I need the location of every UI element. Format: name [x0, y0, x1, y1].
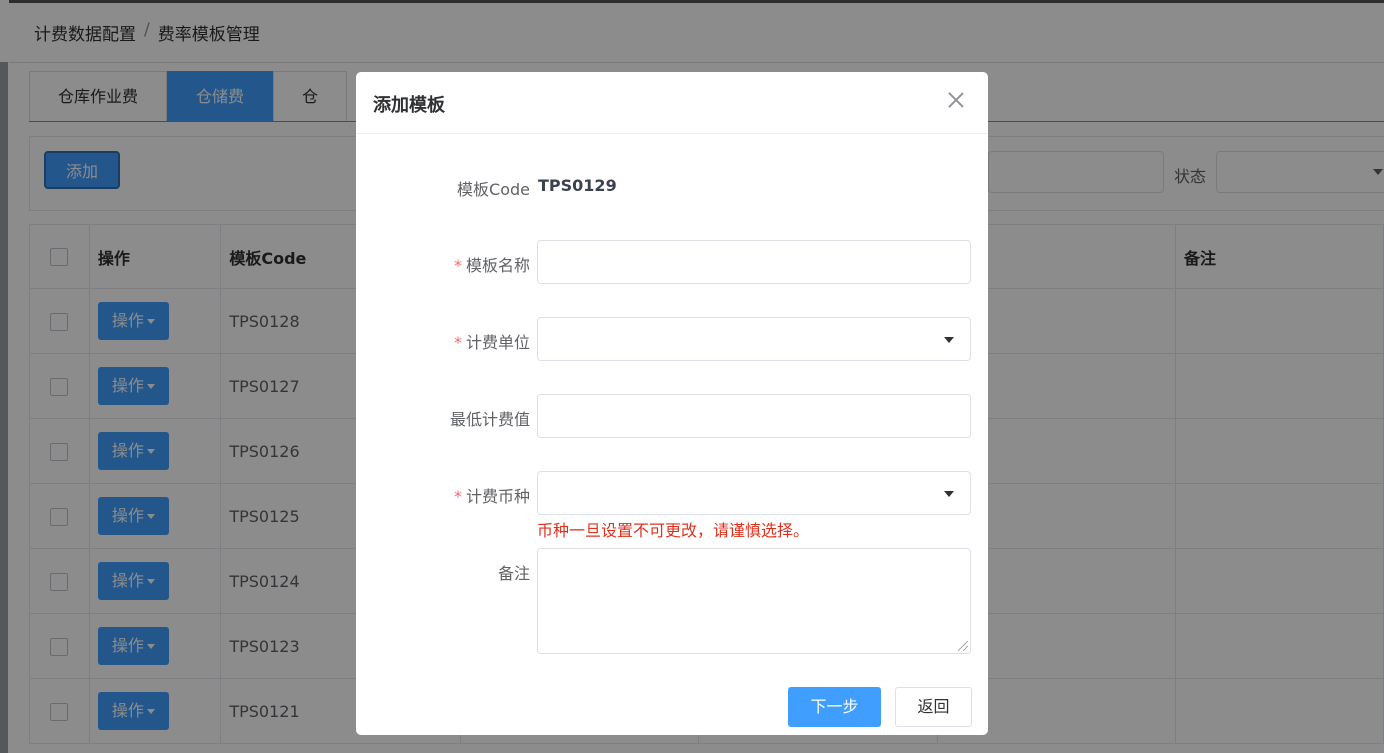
min-charge-label: 最低计费值: [449, 410, 530, 429]
dialog-title: 添加模板: [373, 95, 445, 116]
next-step-button[interactable]: 下一步: [788, 687, 881, 727]
template-name-label-text: 模板名称: [465, 256, 530, 275]
template-name-label: * 模板名称: [356, 252, 530, 276]
template-code-value: TPS0129: [538, 176, 617, 195]
template-name-input[interactable]: [537, 240, 971, 284]
template-code-label: 模板Code: [457, 180, 530, 199]
billing-unit-label: * 计费单位: [356, 329, 530, 353]
back-button[interactable]: 返回: [895, 687, 972, 727]
billing-unit-select[interactable]: [537, 317, 971, 361]
add-template-dialog: 添加模板 模板Code TPS0129 * 模板名称 * 计费单位 最低计费值 * 计…: [356, 72, 988, 735]
close-icon[interactable]: [945, 89, 967, 111]
dialog-header: 添加模板: [356, 72, 988, 134]
caret-down-icon: [944, 337, 954, 343]
resize-handle-icon[interactable]: [958, 641, 968, 651]
billing-unit-label-text: 计费单位: [465, 333, 530, 352]
remark-label: 备注: [497, 564, 530, 583]
required-mark: *: [453, 333, 462, 352]
required-mark: *: [453, 256, 462, 275]
min-charge-input[interactable]: [537, 394, 971, 438]
currency-warning: 币种一旦设置不可更改，请谨慎选择。: [537, 521, 810, 540]
currency-label: * 计费币种: [356, 483, 530, 507]
currency-select[interactable]: [537, 471, 971, 515]
remark-textarea[interactable]: [537, 548, 971, 654]
caret-down-icon: [944, 491, 954, 497]
required-mark: *: [453, 487, 462, 506]
currency-label-text: 计费币种: [465, 487, 530, 506]
